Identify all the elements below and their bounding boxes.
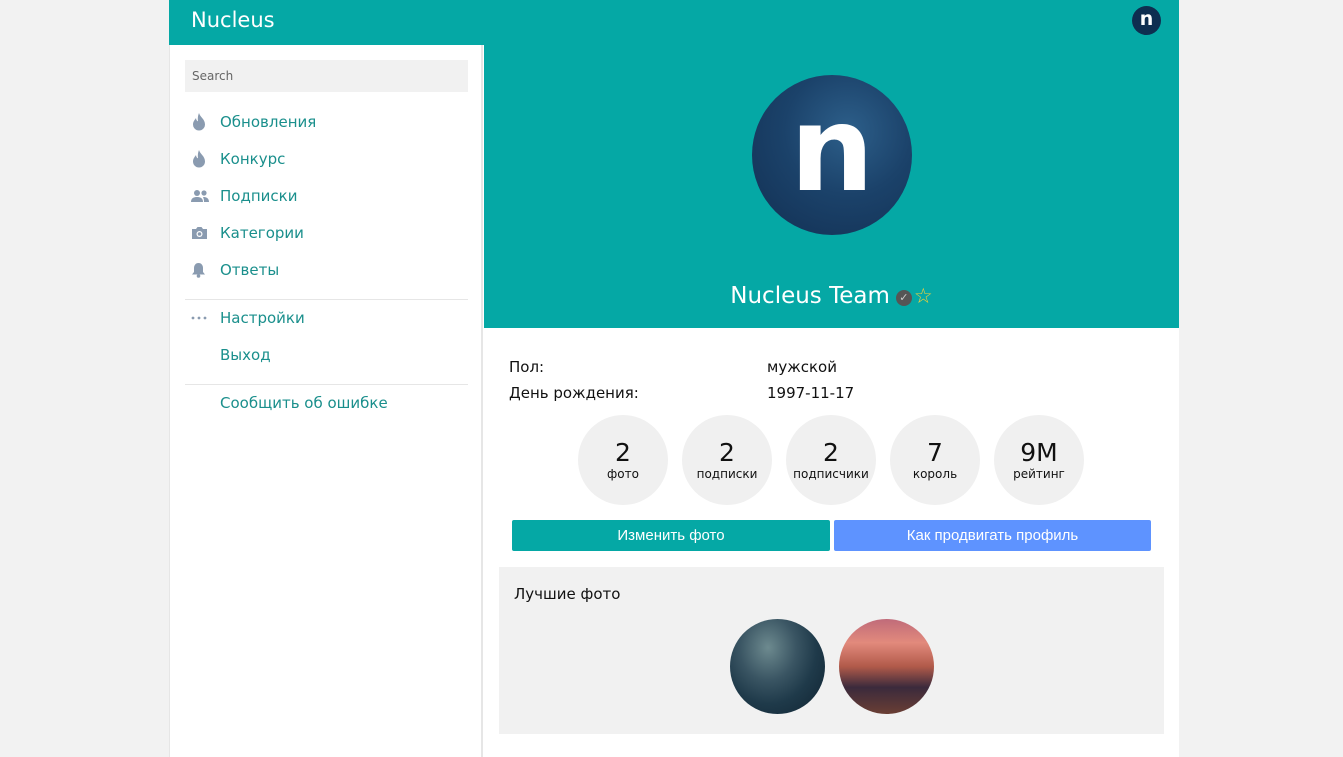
app-container: Nucleus n Обновления Конкурс Подписки — [169, 0, 1179, 757]
sidebar-item-label: Обновления — [220, 113, 317, 131]
sidebar-item-label: Выход — [220, 346, 271, 364]
photo-thumbnail-mountain[interactable] — [839, 619, 934, 714]
sidebar-item-logout[interactable]: Выход — [191, 342, 271, 368]
sidebar-item-settings[interactable]: Настройки — [191, 305, 305, 331]
brand-logo[interactable]: Nucleus — [191, 8, 275, 32]
profile-name: Nucleus Team — [730, 283, 890, 309]
stat-following[interactable]: 2 подписки — [682, 415, 772, 505]
stat-king[interactable]: 7 король — [890, 415, 980, 505]
stat-caption: рейтинг — [1013, 467, 1065, 481]
camera-icon — [191, 223, 211, 243]
bell-icon — [191, 260, 211, 280]
sidebar-item-updates[interactable]: Обновления — [191, 109, 316, 135]
sidebar-item-answers[interactable]: Ответы — [191, 257, 279, 283]
sidebar-item-contest[interactable]: Конкурс — [191, 146, 285, 172]
stat-caption: фото — [607, 467, 639, 481]
profile-header: n Nucleus Team ✓ ☆ — [484, 45, 1179, 328]
stat-caption: король — [912, 467, 958, 481]
top-bar: Nucleus n — [169, 0, 1179, 45]
sidebar-item-label: Категории — [220, 224, 304, 242]
stat-value: 9M — [1020, 438, 1058, 467]
stat-caption: подписчики — [793, 467, 869, 481]
sidebar-item-label: Конкурс — [220, 150, 286, 168]
star-icon[interactable]: ☆ — [914, 284, 933, 308]
stat-value: 7 — [927, 438, 943, 467]
best-photos-panel: Лучшие фото — [499, 567, 1164, 734]
gender-label: Пол: — [509, 358, 545, 376]
sidebar: Обновления Конкурс Подписки Категории От… — [169, 45, 483, 757]
more-dots-icon — [191, 308, 211, 328]
stat-rating[interactable]: 9M рейтинг — [994, 415, 1084, 505]
profile-avatar[interactable]: n — [752, 75, 912, 235]
birthday-label: День рождения: — [509, 384, 639, 402]
photo-thumbnail-coast[interactable] — [730, 619, 825, 714]
sidebar-item-label: Настройки — [220, 309, 305, 327]
report-error-link[interactable]: Сообщить об ошибке — [191, 390, 388, 416]
sidebar-item-label: Ответы — [220, 261, 280, 279]
stat-value: 2 — [615, 438, 631, 467]
stat-caption: подписки — [696, 467, 758, 481]
change-photo-button[interactable]: Изменить фото — [512, 520, 830, 551]
profile-name-row: Nucleus Team ✓ ☆ — [484, 283, 1179, 309]
sidebar-item-categories[interactable]: Категории — [191, 220, 304, 246]
fire-icon — [191, 149, 211, 169]
best-photos-title: Лучшие фото — [514, 585, 621, 603]
user-avatar[interactable]: n — [1132, 6, 1161, 35]
report-error-label: Сообщить об ошибке — [220, 394, 388, 412]
gender-value: мужской — [767, 358, 837, 376]
promote-profile-button[interactable]: Как продвигать профиль — [834, 520, 1151, 551]
profile-stats: 2 фото 2 подписки 2 подписчики 7 король … — [578, 415, 1084, 505]
search-input[interactable] — [185, 60, 468, 92]
verified-check-icon: ✓ — [895, 290, 912, 306]
stat-value: 2 — [823, 438, 839, 467]
fire-icon — [191, 112, 211, 132]
stat-value: 2 — [719, 438, 735, 467]
stat-photos[interactable]: 2 фото — [578, 415, 668, 505]
sidebar-item-subscriptions[interactable]: Подписки — [191, 183, 297, 209]
profile-main: n Nucleus Team ✓ ☆ Пол: мужской День рожде… — [484, 45, 1179, 757]
people-icon — [191, 186, 211, 206]
birthday-value: 1997-11-17 — [767, 384, 855, 402]
sidebar-divider — [185, 299, 468, 300]
stat-followers[interactable]: 2 подписчики — [786, 415, 876, 505]
sidebar-item-label: Подписки — [220, 187, 298, 205]
sidebar-divider — [185, 384, 468, 385]
